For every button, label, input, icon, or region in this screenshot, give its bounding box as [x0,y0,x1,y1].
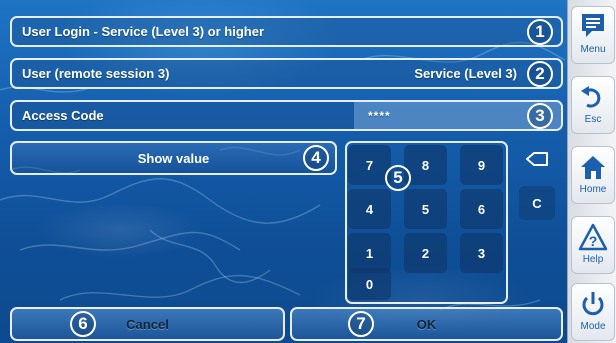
menu-icon [582,14,604,37]
key-4-label: 4 [365,201,374,217]
clear-key-label: C [532,195,542,211]
power-icon [582,292,604,316]
show-value-label: Show value [137,150,210,166]
clear-key[interactable]: C [519,186,555,220]
key-4[interactable]: 4 [348,189,391,229]
numeric-keypad: 7 8 9 4 5 6 1 2 3 0 5 [345,141,508,304]
user-row: User (remote session 3) Service (Level 3… [10,58,563,89]
access-code-row[interactable]: Access Code **** 3 [10,100,563,131]
marker-5: 5 [385,165,411,191]
marker-6: 6 [70,311,96,337]
marker-2: 2 [527,61,553,87]
key-2[interactable]: 2 [404,233,447,273]
marker-7: 7 [348,311,374,337]
key-5-label: 5 [421,201,430,217]
key-9[interactable]: 9 [460,145,503,185]
key-2-label: 2 [421,245,430,261]
key-3[interactable]: 3 [460,233,503,273]
key-8-label: 8 [421,157,430,173]
ok-button[interactable]: 7 OK [290,307,563,341]
key-0[interactable]: 0 [348,268,391,300]
key-1[interactable]: 1 [348,233,391,273]
key-6-label: 6 [477,201,486,217]
sidebar: Menu Esc Home ? Help Mode [567,0,616,343]
esc-button[interactable]: Esc [571,76,615,134]
home-label: Home [579,184,607,195]
help-button[interactable]: ? Help [571,216,615,274]
menu-label: Menu [580,44,606,55]
help-label: Help [582,254,604,265]
login-level-label: User Login - Service (Level 3) or higher [22,24,265,39]
undo-icon [581,86,601,108]
mode-button[interactable]: Mode [571,283,615,341]
key-5[interactable]: 5 [404,189,447,229]
login-level-row: User Login - Service (Level 3) or higher… [10,16,563,47]
home-button[interactable]: Home [571,146,615,204]
svg-text:?: ? [589,233,598,249]
help-icon: ? [578,223,608,251]
key-7-label: 7 [365,157,374,173]
marker-3: 3 [527,103,553,129]
ok-label: OK [416,316,437,332]
key-1-label: 1 [365,245,374,261]
home-icon [581,156,605,179]
key-6[interactable]: 6 [460,189,503,229]
key-0-label: 0 [365,276,374,292]
marker-4: 4 [303,145,329,171]
show-value-button[interactable]: Show value 4 [10,141,337,175]
mode-label: Mode [580,321,606,332]
user-label: User (remote session 3) [22,66,170,81]
backspace-key[interactable] [519,142,555,176]
esc-label: Esc [584,114,602,125]
backspace-icon [526,152,548,166]
cancel-button[interactable]: 6 Cancel [10,307,285,341]
access-code-value: **** [368,108,391,123]
cancel-label: Cancel [126,316,169,332]
access-code-label: Access Code [22,108,104,123]
marker-1: 1 [527,19,553,45]
key-9-label: 9 [477,157,486,173]
menu-button[interactable]: Menu [571,6,615,64]
key-3-label: 3 [477,245,486,261]
